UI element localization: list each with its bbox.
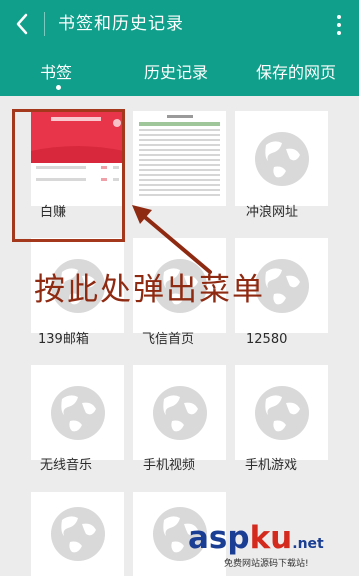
watermark-net: .net xyxy=(292,536,324,552)
watermark-subtitle: 免费网站源码下载站! xyxy=(224,559,309,569)
watermark-asp: asp xyxy=(188,520,250,556)
annotation-text: 按此处弹出菜单 xyxy=(34,272,265,308)
watermark-ku: ku xyxy=(249,520,293,556)
watermark-logo: aspku.net 免费网站源码下载站! xyxy=(188,518,359,576)
